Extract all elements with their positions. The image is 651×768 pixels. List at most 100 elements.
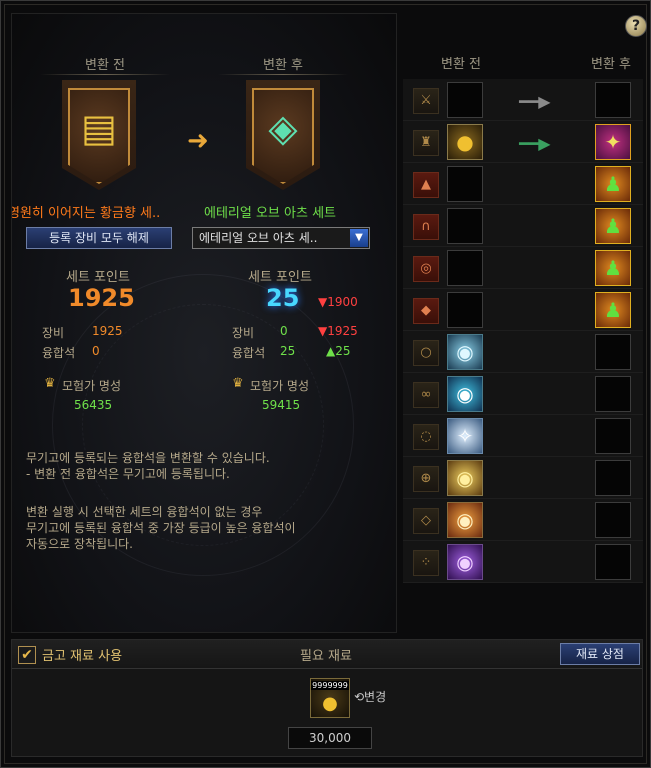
slot-row-weapon: ⚔ ━━▶	[403, 79, 643, 121]
before-fusion-value: 0	[92, 344, 100, 358]
before-item-ring1[interactable]: ◉	[447, 334, 483, 370]
after-slot-empty-necklace[interactable]	[595, 376, 631, 412]
after-fusion-label: 융합석	[232, 346, 266, 360]
use-vault-checkbox[interactable]: ✔	[18, 646, 36, 664]
info-text-1: 무기고에 등록되는 융합석을 변환할 수 있습니다. - 변환 전 융합석은 무…	[26, 451, 270, 481]
after-equip-delta: ▼1925	[318, 324, 358, 338]
fame-icon: ♛	[232, 376, 244, 391]
after-slot-empty-magic-stone[interactable]	[595, 502, 631, 538]
after-item-pants[interactable]: ♟	[595, 208, 631, 244]
before-item-earring[interactable]: ◉	[447, 544, 483, 580]
material-item[interactable]: 9999999 ●	[310, 678, 350, 718]
weapon-slot-icon: ⚔	[413, 88, 439, 114]
slot-row-shoulder: ♜ ● ━━▶ ✦	[403, 121, 643, 163]
set-select[interactable]: 에테리얼 오브 아츠 세.. ▼	[192, 227, 370, 249]
before-item-shoulder[interactable]: ●	[447, 124, 483, 160]
after-slot-empty-support[interactable]	[595, 460, 631, 496]
before-slot-empty-pants[interactable]	[447, 208, 483, 244]
slot-row-shoes: ◆ ♟	[403, 289, 643, 331]
before-item-necklace[interactable]: ◉	[447, 376, 483, 412]
after-item-shoulder[interactable]: ✦	[595, 124, 631, 160]
after-slot-empty-earring[interactable]	[595, 544, 631, 580]
material-count: 9999999	[311, 681, 349, 690]
before-slot-empty-belt[interactable]	[447, 250, 483, 286]
fusion-conversion-window: ? 변환 전 변환 후 ▤ ➜ ◈ 영원히 이어지는 황금향 세.. 에테리얼 …	[0, 0, 651, 768]
conversion-panel: 변환 전 변환 후 ▤ ➜ ◈ 영원히 이어지는 황금향 세.. 에테리얼 오브…	[11, 13, 397, 633]
convert-arrow-icon: ━━▶	[519, 92, 551, 111]
after-item-shoes[interactable]: ♟	[595, 292, 631, 328]
magic-stone-slot-icon: ◇	[413, 508, 439, 534]
slots-before-header: 변환 전	[441, 57, 482, 72]
support-slot-icon: ⊕	[413, 466, 439, 492]
material-shop-button[interactable]: 재료 상점	[560, 643, 640, 665]
convert-arrow-icon: ━━▶	[519, 134, 551, 153]
fame-icon: ♛	[44, 376, 56, 391]
necklace-slot-icon: ∞	[413, 382, 439, 408]
slot-row-support: ⊕ ◉	[403, 457, 643, 499]
after-equip-label: 장비	[232, 326, 255, 340]
chevron-down-icon[interactable]: ▼	[350, 229, 368, 247]
unregister-all-button[interactable]: 등록 장비 모두 해제	[26, 227, 172, 249]
after-set-banner: ◈	[246, 80, 320, 190]
before-fame-value: 56435	[74, 398, 113, 412]
after-set-name: 에테리얼 오브 아츠 세트	[204, 206, 336, 221]
before-set-point: 1925	[68, 284, 135, 312]
after-fusion-delta: ▲25	[326, 344, 351, 358]
before-header: 변환 전	[40, 54, 170, 75]
after-item-top[interactable]: ♟	[595, 166, 631, 202]
slot-row-magic-stone: ◇ ◉	[403, 499, 643, 541]
earring-slot-icon: ⁘	[413, 550, 439, 576]
before-item-support[interactable]: ◉	[447, 460, 483, 496]
after-header: 변환 후	[218, 54, 348, 75]
after-equip-value: 0	[280, 324, 288, 338]
before-item-ring2[interactable]: ✧	[447, 418, 483, 454]
before-set-banner: ▤	[62, 80, 136, 190]
top-slot-icon: ▲	[413, 172, 439, 198]
use-vault-label: 금고 재료 사용	[42, 649, 123, 664]
gold-coins-icon: ●	[322, 693, 338, 714]
slot-row-earring: ⁘ ◉	[403, 541, 643, 583]
material-bar: ✔ 금고 재료 사용 필요 재료 재료 상점	[12, 640, 642, 669]
shoes-slot-icon: ◆	[413, 298, 439, 324]
after-item-belt[interactable]: ♟	[595, 250, 631, 286]
before-equip-value: 1925	[92, 324, 123, 338]
set-select-value: 에테리얼 오브 아츠 세..	[199, 231, 318, 245]
info-text-2: 변환 실행 시 선택한 세트의 융합석이 없는 경우 무기고에 등록된 융합석 …	[26, 505, 296, 551]
before-equip-label: 장비	[42, 326, 65, 340]
after-slot-empty-ring1[interactable]	[595, 334, 631, 370]
slot-row-necklace: ∞ ◉	[403, 373, 643, 415]
ring2-slot-icon: ◌	[413, 424, 439, 450]
required-materials-label: 필요 재료	[300, 649, 352, 664]
before-fusion-label: 융합석	[42, 346, 76, 360]
after-set-point: 25	[266, 284, 300, 312]
slot-row-ring1: ○ ◉	[403, 331, 643, 373]
belt-slot-icon: ◎	[413, 256, 439, 282]
after-fusion-value: 25	[280, 344, 296, 358]
after-set-point-label: 세트 포인트	[248, 270, 312, 285]
before-set-name: 영원히 이어지는 황금향 세..	[11, 206, 161, 221]
after-fame-label: 모험가 명성	[250, 379, 310, 393]
slot-row-top: ▲ ♟	[403, 163, 643, 205]
change-material-button[interactable]: ⟲변경	[354, 688, 386, 705]
slots-after-header: 변환 후	[591, 57, 632, 72]
after-set-point-delta: ▼1900	[318, 295, 358, 309]
after-slot-empty-ring2[interactable]	[595, 418, 631, 454]
convert-arrow-icon: ➜	[187, 126, 209, 156]
before-set-point-label: 세트 포인트	[66, 270, 130, 285]
after-fame-value: 59415	[262, 398, 301, 412]
before-slot-empty-top[interactable]	[447, 166, 483, 202]
before-item-magic-stone[interactable]: ◉	[447, 502, 483, 538]
pants-slot-icon: ∩	[413, 214, 439, 240]
before-slot-empty-weapon[interactable]	[447, 82, 483, 118]
shoulder-slot-icon: ♜	[413, 130, 439, 156]
help-icon[interactable]: ?	[625, 15, 647, 37]
before-slot-empty-shoes[interactable]	[447, 292, 483, 328]
gold-bars-icon: ▤	[81, 106, 117, 150]
material-panel: ✔ 금고 재료 사용 필요 재료 재료 상점 9999999 ● ⟲변경 30,…	[11, 639, 643, 757]
ring1-slot-icon: ○	[413, 340, 439, 366]
after-slot-empty-weapon[interactable]	[595, 82, 631, 118]
fox-icon: ◈	[268, 106, 298, 150]
slot-row-ring2: ◌ ✧	[403, 415, 643, 457]
slot-row-pants: ∩ ♟	[403, 205, 643, 247]
cost-value: 30,000	[288, 727, 372, 749]
